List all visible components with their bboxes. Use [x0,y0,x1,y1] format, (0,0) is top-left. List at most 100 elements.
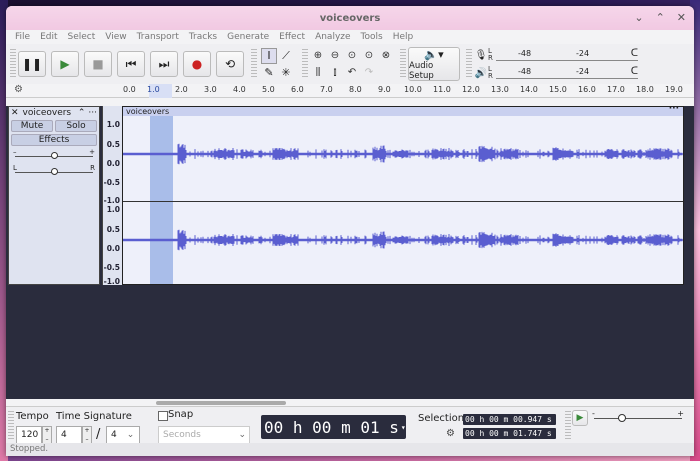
waveform-view[interactable]: voiceovers ··· [122,105,684,285]
scale-label: -0.5 [103,178,120,187]
trim-icon[interactable]: ⫼ [310,65,326,81]
speed-knob[interactable] [618,414,626,422]
timeline-ruler[interactable]: ⚙ 0.0 1.0 2.0 3.0 4.0 5.0 6.0 7.0 8.0 9.… [6,84,694,98]
silence-icon[interactable]: ⫾ [327,65,343,81]
close-button[interactable]: ✕ [677,11,686,24]
tracks-area[interactable]: ✕ voiceovers ⌃ ··· Mute Solo Effects – +… [6,105,694,399]
amplitude-scale[interactable]: 1.0 0.5 0.0 -0.5 -1.0 1.0 0.5 0.0 -0.5 -… [102,106,122,286]
track-menu-icon[interactable]: ··· [88,108,97,118]
mute-button[interactable]: Mute [11,120,53,132]
selection-end-field[interactable]: 00 h 00 m 01.747 s [463,428,556,439]
menu-tools[interactable]: Tools [356,32,388,42]
lr-label: LR [488,47,493,62]
menu-effect[interactable]: Effect [274,32,310,42]
play-icon: ▶ [60,57,70,71]
multi-tool-icon[interactable]: ✳ [278,65,294,81]
zoom-out-icon[interactable]: ⊖ [327,48,343,64]
play-button[interactable]: ▶ [51,51,79,77]
minimize-button[interactable]: ⌄ [634,11,643,24]
menu-view[interactable]: View [100,32,131,42]
tempo-input[interactable]: 120 [16,426,42,444]
menu-analyze[interactable]: Analyze [310,32,355,42]
ruler-tick: 3.0 [204,85,217,94]
redo-icon[interactable]: ↷ [361,65,377,81]
meter-clip-icon: ᑕ [630,48,638,59]
skip-start-icon: ⏮ [125,56,137,71]
ts-numerator-stepper[interactable]: + – [82,426,92,444]
ruler-tick: 19.0 [665,85,683,94]
skip-end-button[interactable]: ⏭ [150,51,178,77]
zoom-in-icon[interactable]: ⊕ [310,48,326,64]
record-meter[interactable]: 🎙 LR -48 -24 ᑕ [474,48,638,62]
record-button[interactable]: ● [183,51,211,77]
ruler-tick: 2.0 [175,85,188,94]
scale-label: 0.5 [106,140,120,149]
undo-icon[interactable]: ↶ [344,65,360,81]
menu-help[interactable]: Help [388,32,419,42]
tempo-label: Tempo [16,411,49,422]
effects-button[interactable]: Effects [11,134,97,146]
ruler-tick: 14.0 [520,85,538,94]
draw-tool-icon[interactable]: ✎ [261,65,277,81]
zoom-toggle-icon[interactable]: ⊗ [378,48,394,64]
collapse-track-icon[interactable]: ⌃ [78,108,86,118]
track-name[interactable]: voiceovers [23,108,78,118]
stop-icon: ■ [92,57,104,71]
scale-label: -1.0 [103,277,120,286]
ruler-tick: 16.0 [578,85,596,94]
microphone-icon: 🎙 [474,49,488,61]
menu-edit[interactable]: Edit [35,32,62,42]
selection-start-field[interactable]: 00 h 00 m 00.947 s [463,414,556,425]
skip-start-button[interactable]: ⏮ [117,51,145,77]
maximize-button[interactable]: ⌃ [656,11,665,24]
solo-button[interactable]: Solo [55,120,97,132]
timeline-settings-icon[interactable]: ⚙ [14,84,23,95]
toolbar-grip[interactable] [302,49,308,79]
gain-minus-label: – [13,148,17,156]
menu-file[interactable]: File [10,32,35,42]
audio-setup-button[interactable]: 🔈▾ Audio Setup [408,47,460,81]
horizontal-scrollbar[interactable] [156,401,286,405]
clip-menu-icon[interactable]: ··· [669,105,679,114]
clip-header[interactable]: voiceovers ··· [123,105,683,116]
toolbar-grip[interactable] [565,411,571,441]
pause-button[interactable]: ❚❚ [18,51,46,77]
chevron-down-icon: ▾ [400,422,406,432]
close-track-icon[interactable]: ✕ [11,108,19,118]
play-speed-slider[interactable]: - + [592,409,684,424]
menu-select[interactable]: Select [63,32,101,42]
toolbar-grip[interactable] [8,411,14,441]
fit-selection-icon[interactable]: ⊙ [344,48,360,64]
toolbar-grip[interactable] [466,49,472,79]
ruler-tick: 13.0 [491,85,509,94]
scale-label: 1.0 [106,120,120,129]
status-text: Stopped. [10,444,49,454]
play-icon: ▶ [576,413,584,423]
selection-settings-icon[interactable]: ⚙ [446,428,455,439]
gain-slider[interactable]: – + [13,148,95,164]
tempo-stepper[interactable]: + – [42,426,52,444]
snap-checkbox[interactable] [158,411,168,421]
stop-button[interactable]: ■ [84,51,112,77]
time-display[interactable]: 00 h 00 m 01 s ▾ [261,415,406,439]
toolbar-grip[interactable] [10,49,16,79]
selection-label: Selection [418,413,465,424]
meters: 🎙 LR -48 -24 ᑕ 🔊 LR -48 -24 ᑕ [474,48,638,80]
gain-knob[interactable] [51,152,58,159]
ts-denominator-select[interactable]: 4 ⌄ [106,426,140,444]
menu-generate[interactable]: Generate [222,32,274,42]
selection-tool-icon[interactable]: I [261,47,277,64]
toolbar-grip[interactable] [251,49,257,79]
menu-tracks[interactable]: Tracks [184,32,222,42]
snap-unit-select[interactable]: Seconds ⌄ [158,426,250,444]
envelope-tool-icon[interactable]: ⟋ [278,48,294,64]
loop-button[interactable]: ⟲ [216,51,244,77]
menu-transport[interactable]: Transport [132,32,184,42]
play-at-speed-button[interactable]: ▶ [572,410,588,426]
pan-knob[interactable] [51,168,58,175]
playback-meter[interactable]: 🔊 LR -48 -24 ᑕ [474,66,638,80]
pan-slider[interactable]: L R [13,164,95,180]
toolbar-grip[interactable] [400,49,406,79]
ts-numerator-input[interactable]: 4 [56,426,82,444]
fit-project-icon[interactable]: ⊙ [361,48,377,64]
